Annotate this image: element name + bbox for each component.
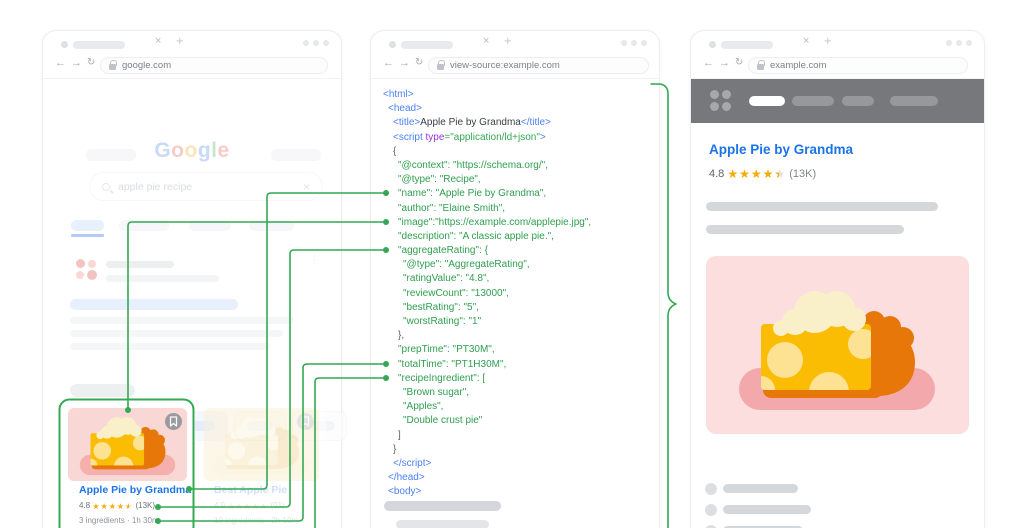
clear-search-icon[interactable]: × (303, 180, 310, 194)
back-icon[interactable]: ← (383, 57, 394, 69)
browser-menu-icon[interactable] (946, 40, 972, 46)
reload-icon[interactable]: ↻ (415, 57, 423, 68)
text-skeleton-bar (706, 225, 904, 234)
address-bar[interactable]: google.com (100, 57, 328, 74)
new-tab-icon[interactable]: + (176, 33, 184, 48)
lock-icon (109, 59, 117, 70)
result-snippet-skeleton (70, 317, 294, 324)
site-nav-item[interactable] (890, 96, 938, 106)
result-title-skeleton[interactable] (70, 299, 238, 310)
tab-favicon-dot (61, 41, 68, 48)
source-browser-window: × + ← → ↻ view-source:example.com <html>… (370, 30, 660, 528)
recipe-card-meta: 10 ingredients · 2h 10m (214, 516, 299, 525)
recipe-card-main[interactable]: Apple Pie by Grandma 4.8 ★★★★★★★★★★ (13K… (60, 400, 195, 528)
back-icon[interactable]: ← (55, 57, 66, 69)
url-text: google.com (122, 60, 172, 71)
recipe-card-image (204, 408, 319, 481)
forward-icon[interactable]: → (71, 57, 82, 69)
address-bar[interactable]: view-source:example.com (428, 57, 649, 74)
search-query-text: apple pie recipe (118, 180, 193, 193)
url-text: view-source:example.com (450, 60, 560, 71)
list-bullet (705, 504, 717, 516)
page-title: Apple Pie by Grandma (709, 142, 854, 157)
browser-toolbar: ← → ↻ view-source:example.com (371, 53, 659, 79)
result-more-icon[interactable]: ⋮ (309, 255, 320, 266)
body-skeleton-bar (384, 501, 501, 511)
recipe-card-rating: 4.9 ★★★★★ ★★★★★ (91) (214, 501, 285, 511)
reload-icon[interactable]: ↻ (735, 57, 743, 68)
tab-close-icon[interactable]: × (803, 34, 809, 48)
tab-close-icon[interactable]: × (483, 34, 489, 48)
serp-tab-2[interactable] (119, 220, 169, 231)
tab-title-skeleton (73, 41, 125, 49)
text-skeleton-bar (706, 202, 938, 211)
illustration-canvas: × + ← → ↻ google.com Google apple pie re… (0, 0, 1024, 528)
tab-title-skeleton (721, 41, 773, 49)
body-skeleton-bar (396, 520, 489, 528)
result-favicon-dot (76, 271, 84, 279)
result-favicon-dot (87, 270, 97, 280)
search-icon (102, 182, 110, 191)
forward-icon[interactable]: → (399, 57, 410, 69)
address-bar[interactable]: example.com (748, 57, 968, 74)
recipe-card-image (68, 408, 187, 481)
recipe-card-secondary[interactable]: Best Apple Pie 4.9 ★★★★★ ★★★★★ (91) 10 in… (204, 400, 326, 528)
back-icon[interactable]: ← (703, 57, 714, 69)
result-source-skeleton (106, 261, 174, 268)
site-nav-item[interactable] (792, 96, 834, 106)
browser-menu-icon[interactable] (621, 40, 647, 46)
tab-favicon-dot (389, 41, 396, 48)
tab-favicon-dot (709, 41, 716, 48)
result-favicon-dot (88, 260, 96, 268)
recipe-card-meta: 3 ingredients · 1h 30m (79, 516, 159, 525)
site-navbar (691, 79, 984, 123)
header-skeleton-right (271, 149, 321, 161)
site-browser-window: × + ← → ↻ example.com Apple Pie by Grand… (690, 30, 985, 528)
serp-tab-all[interactable] (71, 220, 104, 231)
site-nav-item-active[interactable] (749, 96, 785, 106)
recipe-card-title[interactable]: Best Apple Pie (214, 484, 287, 496)
bookmark-icon[interactable] (165, 413, 182, 430)
list-item-skeleton (723, 484, 798, 493)
page-rating: 4.8 ★★★★★★★★★★ (13K) (709, 167, 817, 181)
serp-tab-4[interactable] (249, 220, 294, 231)
browser-toolbar: ← → ↻ example.com (691, 53, 984, 79)
reload-icon[interactable]: ↻ (87, 57, 95, 68)
url-text: example.com (770, 60, 827, 71)
result-favicon-dot (76, 259, 85, 268)
site-logo (710, 90, 731, 111)
google-browser-window: × + ← → ↻ google.com Google apple pie re… (42, 30, 347, 528)
result-url-skeleton (106, 275, 219, 282)
result-snippet-skeleton (70, 343, 270, 350)
browser-toolbar: ← → ↻ google.com (43, 53, 341, 79)
result-snippet-skeleton (70, 330, 283, 337)
lock-icon (757, 59, 765, 70)
list-bullet (705, 483, 717, 495)
browser-menu-icon[interactable] (303, 40, 329, 46)
forward-icon[interactable]: → (719, 57, 730, 69)
search-input[interactable]: apple pie recipe × (89, 172, 323, 201)
tab-close-icon[interactable]: × (155, 34, 161, 48)
hero-image (706, 256, 969, 434)
site-nav-item[interactable] (842, 96, 874, 106)
lock-icon (437, 59, 445, 70)
source-code: <html> <head> <title>Apple Pie by Grandma<… (383, 89, 592, 498)
serp-tab-3[interactable] (189, 220, 231, 231)
list-item-skeleton (723, 505, 811, 514)
apple-pie-illustration (739, 291, 935, 410)
new-tab-icon[interactable]: + (504, 33, 512, 48)
section-label-skeleton (70, 384, 135, 397)
new-tab-icon[interactable]: + (824, 33, 832, 48)
recipe-card-rating: 4.8 ★★★★★★★★★★ (13K) (79, 501, 156, 511)
tab-title-skeleton (401, 41, 453, 49)
serp-tab-underline (71, 234, 104, 237)
recipe-card-title[interactable]: Apple Pie by Grandma (79, 484, 191, 496)
bookmark-icon[interactable] (297, 413, 314, 430)
